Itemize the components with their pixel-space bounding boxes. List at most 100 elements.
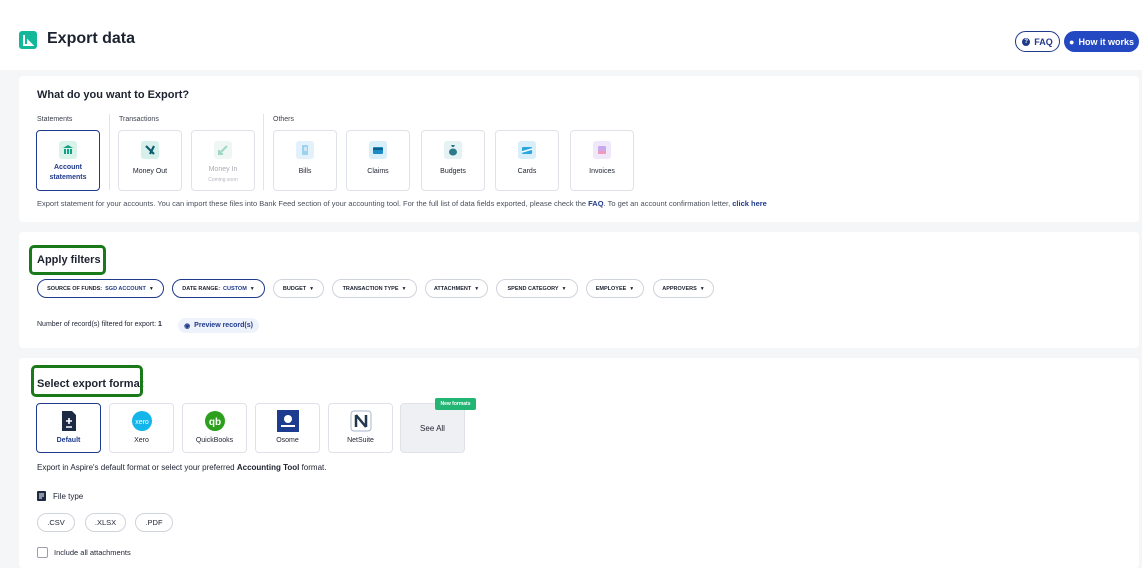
money-in-icon [214,141,232,159]
tile-label: Money Out [132,168,168,175]
chip-label: ATTACHMENT [433,285,472,292]
question-icon: ? [1022,37,1031,46]
export-format-section: Select export format Default xero Xero q… [19,358,1139,568]
tile-label: Claims [367,168,389,175]
filters-section: Apply filters SOURCE OF FUNDS: SGD ACCOUN… [19,232,1139,348]
file-type-csv[interactable]: .CSV [37,513,75,532]
tile-cards[interactable]: Cards [495,130,559,191]
file-type-xlsx[interactable]: .XLSX [85,513,126,532]
records-count-text: Number of record(s) filtered for export:… [37,321,162,328]
svg-text:xero: xero [135,419,149,426]
click-here-link[interactable]: click here [732,199,767,208]
top-bar: Export data ? FAQ ● How it works [0,0,1142,70]
filter-spend-category[interactable]: SPEND CATEGORY ▼ [496,279,578,298]
divider [109,114,110,190]
chip-value: SGD ACCOUNT [105,285,146,292]
caret-down-icon: ▼ [474,285,480,292]
card-icon [518,141,536,159]
caret-down-icon: ▼ [148,285,154,292]
new-formats-badge: New formats [435,398,476,410]
file-type-label: File type [53,491,84,501]
budget-bag-icon [444,141,462,159]
preview-label: Preview record(s) [194,322,253,329]
tile-label: Bills [298,168,312,175]
file-type-pdf[interactable]: .PDF [135,513,173,532]
tile-account-statements[interactable]: Account statements [36,130,100,191]
tile-invoices[interactable]: Invoices [570,130,634,191]
format-label: Xero [134,437,149,444]
caret-down-icon: ▼ [401,285,407,292]
tile-money-out[interactable]: Money Out [118,130,182,191]
osome-logo-icon [276,410,299,432]
faq-button-label: FAQ [1034,36,1053,47]
format-quickbooks[interactable]: qb QuickBooks [182,403,247,453]
xero-logo-icon: xero [131,410,153,432]
records-label: Number of record(s) filtered for export: [37,321,157,328]
format-netsuite[interactable]: NetSuite [328,403,393,453]
chip-value: CUSTOM [223,285,247,292]
tile-claims[interactable]: Claims [346,130,410,191]
include-attachments-checkbox[interactable] [37,547,48,558]
netsuite-logo-icon [350,410,372,432]
caret-down-icon: ▼ [629,285,635,292]
page-title: Export data [47,30,136,47]
coming-soon-label: Coming soon [208,177,238,183]
group-label-others: Others [273,116,295,123]
document-plus-icon [58,410,80,432]
money-out-icon [141,141,159,159]
chip-label: SPEND CATEGORY [507,285,559,292]
claims-icon [369,141,387,159]
filter-source-of-funds[interactable]: SOURCE OF FUNDS: SGD ACCOUNT ▼ [37,279,164,298]
hint-text: . To get an account confirmation letter, [603,199,733,208]
faq-button[interactable]: ? FAQ [1015,31,1060,52]
filter-approvers[interactable]: APPROVERS ▼ [653,279,714,298]
tile-budgets[interactable]: Budgets [421,130,485,191]
filter-employee[interactable]: EMPLOYEE ▼ [586,279,644,298]
hint-text: format. [299,463,327,472]
format-see-all[interactable]: See All [400,403,465,453]
how-it-works-label: How it works [1078,36,1134,47]
records-count: 1 [158,321,162,328]
group-label-transactions: Transactions [119,116,159,123]
format-osome[interactable]: Osome [255,403,320,453]
format-label: See All [420,423,445,433]
tile-bills[interactable]: Bills [273,130,337,191]
caret-down-icon: ▼ [309,285,315,292]
include-attachments-label: Include all attachments [54,548,131,557]
include-attachments-row[interactable]: Include all attachments [37,547,131,558]
faq-link[interactable]: FAQ [588,199,603,208]
filter-budget[interactable]: BUDGET ▼ [273,279,324,298]
lightbulb-icon: ● [1069,36,1075,47]
filter-transaction-type[interactable]: TRANSACTION TYPE ▼ [332,279,417,298]
format-xero[interactable]: xero Xero [109,403,174,453]
how-it-works-button[interactable]: ● How it works [1064,31,1139,52]
caret-down-icon: ▼ [249,285,255,292]
export-type-section: What do you want to Export? Statements T… [19,76,1139,222]
chip-label: DATE RANGE: [182,285,221,292]
bill-icon [296,141,314,159]
chip-label: TRANSACTION TYPE [342,285,399,292]
chip-label: APPROVERS [662,285,697,292]
file-type-heading: File type [37,491,83,501]
format-label: Osome [276,437,299,444]
divider [263,114,264,190]
hint-bold: Accounting Tool [236,463,300,472]
invoice-icon [593,141,611,159]
hint-text: Export in Aspire's default format or sel… [37,463,237,472]
eye-icon: ◉ [184,322,191,330]
filter-date-range[interactable]: DATE RANGE: CUSTOM ▼ [172,279,265,298]
preview-records-button[interactable]: ◉ Preview record(s) [178,318,259,333]
group-label-statements: Statements [37,116,73,123]
tile-label: Cards [517,168,537,175]
format-label: NetSuite [347,437,374,444]
quickbooks-logo-icon: qb [204,410,226,432]
filter-attachment[interactable]: ATTACHMENT ▼ [425,279,488,298]
file-icon [37,491,46,501]
bank-icon [59,141,77,159]
tile-money-in: Money In Coming soon [191,130,255,191]
hint-text: Export statement for your accounts. You … [37,199,589,208]
chip-label: EMPLOYEE [595,285,627,292]
format-default[interactable]: Default [36,403,101,453]
svg-text:qb: qb [208,417,220,428]
chip-label: SOURCE OF FUNDS: [47,285,103,292]
